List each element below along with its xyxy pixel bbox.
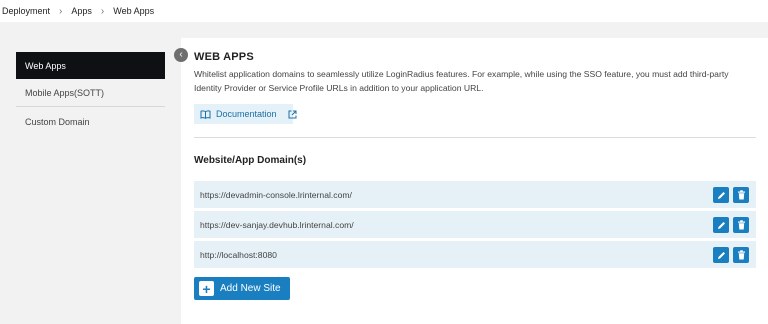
breadcrumb-apps[interactable]: Apps xyxy=(71,6,92,16)
documentation-link[interactable]: Documentation xyxy=(194,104,297,124)
book-icon xyxy=(200,109,211,119)
chevron-right-icon: › xyxy=(59,5,63,17)
chevron-right-icon: › xyxy=(100,5,105,17)
page-title: WEB APPS xyxy=(194,51,254,63)
domain-row: https://dev-sanjay.devhub.lrinternal.com… xyxy=(194,211,756,238)
delete-domain-button[interactable] xyxy=(733,217,749,233)
edit-domain-button[interactable] xyxy=(713,217,729,233)
add-new-site-button[interactable]: + Add New Site xyxy=(194,277,290,300)
edit-domain-button[interactable] xyxy=(713,187,729,203)
documentation-label: Documentation xyxy=(216,109,277,119)
add-new-site-label: Add New Site xyxy=(220,283,281,294)
main-panel: WEB APPS Whitelist application domains t… xyxy=(181,38,768,324)
breadcrumb-web-apps: Web Apps xyxy=(113,6,155,16)
trash-icon xyxy=(737,250,745,260)
pencil-icon xyxy=(717,251,725,259)
chevron-left-icon: ‹ xyxy=(179,49,183,60)
delete-domain-button[interactable] xyxy=(733,187,749,203)
edit-domain-button[interactable] xyxy=(713,247,729,263)
sidebar-item-web-apps[interactable]: Web Apps xyxy=(16,52,165,79)
domain-url: http://localhost:8080 xyxy=(200,249,277,260)
sidebar-item-label: Custom Domain xyxy=(25,116,90,127)
domain-url: https://devadmin-console.lrinternal.com/ xyxy=(200,189,352,200)
pencil-icon xyxy=(717,221,725,229)
sidebar: Web Apps Mobile Apps(SOTT) Custom Domain xyxy=(0,38,178,324)
external-link-icon xyxy=(288,110,297,118)
domain-url: https://dev-sanjay.devhub.lrinternal.com… xyxy=(200,219,354,230)
sidebar-item-label: Web Apps xyxy=(25,60,66,71)
domain-row: https://devadmin-console.lrinternal.com/ xyxy=(194,181,756,208)
pencil-icon xyxy=(717,191,725,199)
sidebar-item-custom-domain[interactable]: Custom Domain xyxy=(16,108,165,135)
divider xyxy=(194,137,756,138)
sidebar-item-label: Mobile Apps(SOTT) xyxy=(25,88,105,98)
domains-section-title: Website/App Domain(s) xyxy=(194,155,307,166)
breadcrumb: Deployment › Apps › Web Apps xyxy=(0,0,768,22)
plus-icon: + xyxy=(199,281,214,296)
domain-row: http://localhost:8080 xyxy=(194,241,756,268)
sidebar-item-mobile-apps[interactable]: Mobile Apps(SOTT) xyxy=(16,80,165,107)
trash-icon xyxy=(737,190,745,200)
breadcrumb-deployment[interactable]: Deployment xyxy=(2,6,50,16)
delete-domain-button[interactable] xyxy=(733,247,749,263)
trash-icon xyxy=(737,220,745,230)
page-description: Whitelist application domains to seamles… xyxy=(194,69,729,93)
collapse-sidebar-button[interactable]: ‹ xyxy=(174,48,188,62)
